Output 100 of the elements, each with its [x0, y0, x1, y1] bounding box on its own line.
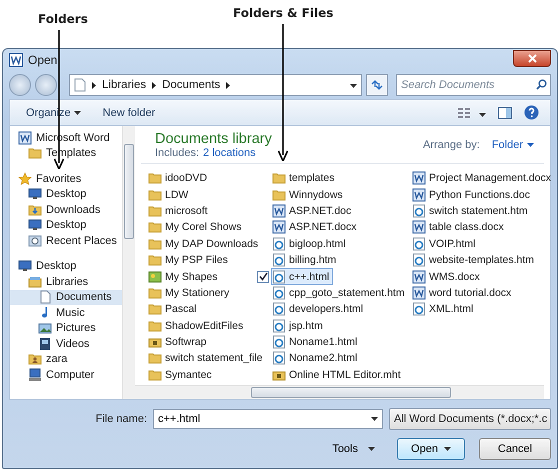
annotation-label: Folders — [38, 12, 88, 26]
file-item[interactable]: table class.docx — [411, 219, 508, 236]
file-item[interactable]: VOIP.html — [411, 236, 480, 252]
file-item[interactable]: ASP.NET.docx — [271, 219, 361, 236]
file-item[interactable]: WMS.docx — [411, 268, 484, 285]
star-icon — [18, 172, 32, 186]
search-icon — [536, 79, 547, 90]
address-bar[interactable]: Libraries Documents — [69, 74, 362, 96]
file-item[interactable]: ShadowEditFiles — [147, 318, 248, 334]
file-item[interactable]: Winnydows — [271, 186, 347, 203]
sidebar-item[interactable]: Documents — [10, 290, 122, 305]
sidebar-item[interactable]: Music — [10, 305, 122, 320]
preview-pane-button[interactable] — [495, 104, 515, 120]
file-item[interactable]: developers.html — [271, 301, 368, 318]
file-item[interactable]: website-templates.htm — [411, 252, 538, 268]
computer-icon — [28, 368, 42, 382]
word-document-icon — [412, 286, 426, 300]
sidebar-item[interactable]: Downloads — [10, 202, 122, 218]
sidebar-item[interactable]: Favorites — [10, 171, 122, 186]
file-item[interactable]: switch statement.htm — [411, 202, 532, 220]
file-item[interactable]: Online HTML Editor.mht — [271, 366, 405, 384]
breadcrumb[interactable]: Libraries — [102, 79, 146, 91]
sidebar-item[interactable]: Desktop — [10, 186, 122, 202]
file-item[interactable]: templates — [271, 170, 339, 186]
folder-icon — [148, 368, 162, 382]
file-item[interactable]: Noname2.html — [271, 350, 362, 367]
caret-icon — [371, 417, 378, 421]
tools-button[interactable]: Tools — [326, 442, 381, 456]
file-item[interactable]: My PSP Files — [147, 252, 232, 268]
word-document-icon — [412, 220, 426, 234]
horizontal-scrollbar[interactable] — [135, 385, 544, 399]
file-item[interactable]: Softwrap — [147, 334, 210, 350]
caret-icon — [527, 143, 534, 147]
checkbox[interactable] — [257, 270, 269, 283]
folder-icon — [148, 188, 162, 202]
file-item[interactable]: My Shapes — [147, 268, 222, 285]
folder-icon — [148, 318, 162, 333]
folder-icon — [272, 188, 286, 202]
file-item[interactable]: LDW — [147, 186, 192, 203]
shapes-icon — [148, 270, 162, 284]
file-item[interactable]: Python Functions.doc — [411, 186, 534, 203]
library-title: Documents library — [155, 131, 272, 147]
file-item[interactable]: Symantec — [147, 366, 216, 384]
file-item[interactable]: Pascal — [147, 301, 201, 318]
file-item[interactable]: word tutorial.docx — [411, 284, 516, 302]
file-item[interactable]: jsp.htm — [271, 318, 327, 334]
web-page-icon — [272, 286, 286, 300]
new-folder-button[interactable]: New folder — [94, 104, 164, 120]
word-document-icon — [412, 270, 426, 284]
library-icon — [74, 78, 86, 92]
libraries-icon — [28, 274, 42, 289]
chevron-icon — [92, 82, 96, 88]
file-item[interactable]: XML.html — [411, 301, 478, 318]
file-item[interactable]: switch statement_file — [147, 350, 266, 367]
sidebar-item[interactable]: Desktop — [10, 218, 122, 233]
monitor-icon — [28, 187, 42, 202]
file-item[interactable]: ASP.NET.doc — [271, 202, 356, 220]
file-item[interactable]: microsoft — [147, 202, 212, 220]
file-item[interactable]: bigloop.html — [271, 236, 350, 252]
file-item[interactable]: idooDVD — [147, 170, 212, 186]
sidebar-item[interactable]: Pictures — [10, 320, 122, 336]
file-item[interactable]: My DAP Downloads — [147, 236, 262, 252]
sidebar-item[interactable]: Videos — [10, 336, 122, 352]
file-type-dropdown[interactable]: All Word Documents (*.docx;*.c — [389, 408, 551, 430]
sidebar-item[interactable]: zara — [10, 352, 122, 367]
preview-pane-icon — [498, 106, 512, 118]
arrange-by-dropdown[interactable]: Folder — [492, 139, 534, 151]
open-button[interactable]: Open — [397, 438, 465, 460]
file-item[interactable]: My Stationery — [147, 284, 234, 302]
file-item[interactable]: billing.htm — [271, 252, 340, 268]
sidebar-item[interactable]: Desktop — [10, 258, 122, 274]
chevron-icon — [226, 82, 230, 88]
word-document-icon — [412, 171, 426, 186]
caret-icon — [479, 113, 486, 117]
breadcrumb[interactable]: Documents — [162, 79, 220, 91]
sidebar-item[interactable]: Recent Places — [10, 233, 122, 248]
file-item[interactable]: cpp_goto_statement.htm — [271, 284, 409, 302]
caret-icon — [74, 110, 81, 114]
document-icon — [38, 290, 52, 304]
folder-icon — [148, 220, 162, 234]
sidebar-item[interactable]: Libraries — [10, 274, 122, 290]
locations-link[interactable]: 2 locations — [203, 147, 256, 159]
arrange-by-label: Arrange by: — [422, 139, 480, 151]
word-app-icon — [9, 53, 23, 67]
folder-icon — [148, 286, 162, 300]
search-field[interactable]: Search Documents — [396, 74, 551, 96]
sidebar-item[interactable]: Computer — [10, 367, 122, 382]
close-icon — [528, 54, 536, 62]
scrollbar[interactable] — [122, 126, 135, 399]
folder-icon — [148, 204, 162, 218]
file-name-field[interactable]: c++.html — [153, 409, 383, 429]
annotation-label: Folders & Files — [233, 6, 334, 20]
cancel-button[interactable]: Cancel — [479, 438, 551, 460]
file-item[interactable]: Project Management.docx — [411, 170, 555, 186]
close-button[interactable] — [513, 50, 551, 66]
file-item[interactable]: My Corel Shows — [147, 219, 246, 236]
refresh-button[interactable] — [366, 74, 388, 96]
file-item[interactable]: Noname1.html — [271, 334, 362, 350]
folder-icon — [28, 146, 42, 160]
folder-icon — [148, 351, 162, 366]
